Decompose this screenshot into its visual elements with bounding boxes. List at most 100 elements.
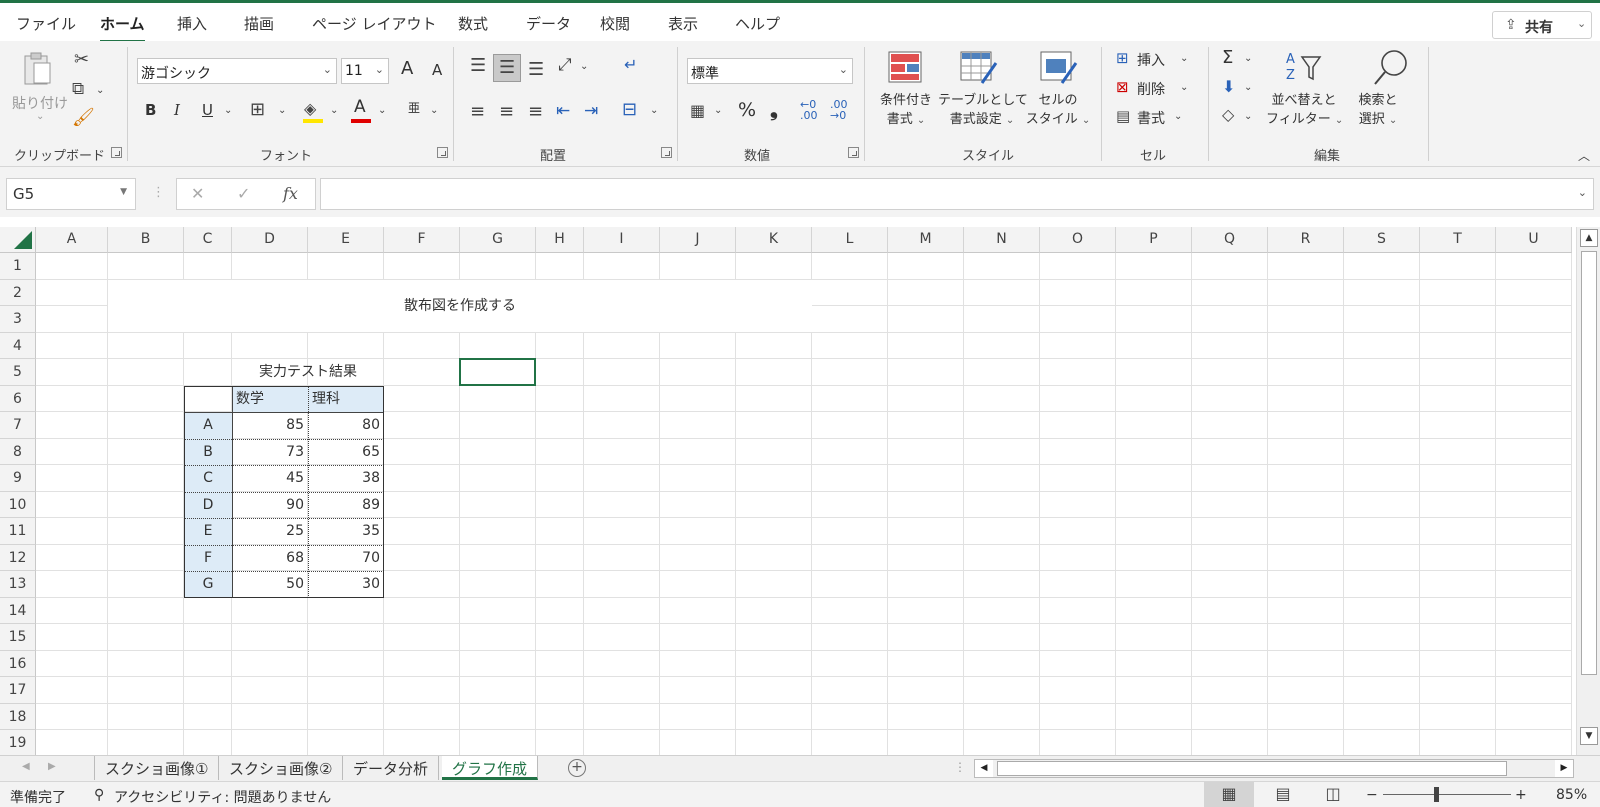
table-math-cell[interactable]: 85 (232, 412, 304, 439)
table-science-cell[interactable]: 30 (308, 571, 380, 598)
phonetic-guide-button[interactable]: 亜 (408, 99, 420, 116)
column-header[interactable]: S (1344, 227, 1420, 253)
row-header[interactable]: 12 (0, 544, 36, 571)
row-header[interactable]: 14 (0, 597, 36, 624)
scroll-right-icon[interactable]: ▶ (1555, 760, 1573, 777)
scroll-down-icon[interactable]: ▼ (1580, 727, 1598, 745)
table-header-cell[interactable]: 理科 (312, 386, 340, 413)
zoom-out-button[interactable]: − (1366, 787, 1378, 803)
align-right-icon[interactable]: ≡ (528, 101, 543, 122)
conditional-formatting-button[interactable]: 条件付き 書式 ⌄ (872, 91, 940, 130)
font-name-select[interactable]: 游ゴシック ⌄ (137, 58, 337, 84)
next-sheet-icon[interactable]: ▶ (48, 761, 56, 772)
collapse-ribbon-icon[interactable]: ︿ (1578, 147, 1590, 164)
vertical-scroll-thumb[interactable] (1581, 251, 1597, 675)
row-header[interactable]: 4 (0, 332, 36, 359)
sheet-tab-chart[interactable]: グラフ作成 (442, 756, 539, 780)
decrease-indent-icon[interactable]: ⇤ (556, 101, 570, 121)
orientation-icon[interactable]: ⤢ (558, 55, 572, 75)
row-header[interactable]: 17 (0, 677, 36, 704)
add-sheet-icon[interactable]: + (568, 759, 586, 777)
increase-decimal-icon[interactable]: ←0.00 (800, 99, 818, 121)
page-layout-view-icon[interactable]: ▤ (1258, 782, 1308, 807)
font-launcher-icon[interactable] (437, 147, 448, 158)
table-title[interactable]: 実力テスト結果 (232, 359, 384, 386)
alignment-launcher-icon[interactable] (661, 147, 672, 158)
table-science-cell[interactable]: 70 (308, 545, 380, 572)
column-header[interactable]: N (964, 227, 1040, 253)
table-math-cell[interactable]: 50 (232, 571, 304, 598)
formula-input[interactable]: ⌄ (320, 178, 1594, 210)
row-header[interactable]: 13 (0, 571, 36, 598)
table-science-cell[interactable]: 80 (308, 412, 380, 439)
tab-draw[interactable]: 描画 (244, 13, 274, 34)
font-size-select[interactable]: 11 ⌄ (341, 58, 389, 84)
table-label-cell[interactable]: F (184, 545, 232, 572)
tab-data[interactable]: データ (526, 13, 571, 34)
table-math-cell[interactable]: 45 (232, 465, 304, 492)
column-header[interactable]: M (888, 227, 964, 253)
paste-button[interactable]: 貼り付け (12, 93, 68, 113)
zoom-level[interactable]: 85% (1556, 787, 1587, 803)
table-label-cell[interactable]: D (184, 492, 232, 519)
format-cells-button[interactable]: 書式 (1137, 108, 1165, 128)
select-all-corner[interactable] (0, 227, 36, 253)
row-header[interactable]: 1 (0, 253, 36, 280)
row-header[interactable]: 6 (0, 385, 36, 412)
zoom-slider-thumb[interactable] (1434, 787, 1440, 802)
shrink-font-button[interactable]: A (432, 61, 442, 79)
align-top-icon[interactable]: ☰ (470, 55, 486, 76)
clear-icon[interactable]: ◇ (1222, 105, 1234, 124)
accessibility-status[interactable]: アクセシビリティ: 問題ありません (114, 787, 331, 807)
table-math-cell[interactable]: 90 (232, 492, 304, 519)
align-left-icon[interactable]: ≡ (470, 101, 485, 122)
share-button[interactable]: ⇪ 共有 ⌄ (1492, 11, 1592, 39)
worksheet-grid[interactable]: A B C D E F G H I J K L M N O P Q R S T U 1 2 3 4 5 6 7 8 9 10 11 12 13 14… (0, 217, 1576, 755)
tab-split-grip[interactable]: ⋮ (954, 760, 966, 774)
table-label-cell[interactable]: C (184, 465, 232, 492)
row-header[interactable]: 7 (0, 412, 36, 439)
wrap-text-icon[interactable]: ↵ (624, 55, 637, 74)
table-label-cell[interactable]: G (184, 571, 232, 598)
row-header[interactable]: 9 (0, 465, 36, 492)
table-label-cell[interactable]: B (184, 439, 232, 466)
table-label-cell[interactable]: E (184, 518, 232, 545)
column-header[interactable]: T (1420, 227, 1496, 253)
enter-button[interactable]: ✓ (237, 184, 250, 203)
tab-home[interactable]: ホーム (100, 13, 145, 43)
column-header[interactable]: U (1496, 227, 1572, 253)
column-header[interactable]: E (308, 227, 384, 253)
sheet-tab-screenshot-1[interactable]: スクショ画像① (95, 756, 220, 780)
accounting-format-icon[interactable]: ▦ (690, 101, 705, 120)
italic-button[interactable]: I (174, 101, 180, 119)
row-header[interactable]: 5 (0, 359, 36, 386)
row-header[interactable]: 8 (0, 438, 36, 465)
zoom-in-button[interactable]: + (1515, 787, 1527, 803)
fill-color-icon[interactable]: ◈ (304, 99, 316, 118)
row-header[interactable]: 2 (0, 279, 36, 306)
tab-page-layout[interactable]: ページ レイアウト (312, 13, 436, 34)
format-painter-icon[interactable]: 🖌 (72, 107, 95, 128)
insert-cells-button[interactable]: 挿入 (1137, 50, 1165, 70)
clipboard-launcher-icon[interactable] (111, 147, 122, 158)
row-header[interactable]: 3 (0, 306, 36, 333)
table-science-cell[interactable]: 38 (308, 465, 380, 492)
scroll-left-icon[interactable]: ◀ (975, 760, 993, 777)
tab-view[interactable]: 表示 (668, 13, 698, 34)
table-science-cell[interactable]: 89 (308, 492, 380, 519)
delete-cells-button[interactable]: 削除 (1137, 79, 1165, 99)
grow-font-button[interactable]: A (401, 58, 413, 79)
cell-styles-button[interactable]: セルの スタイル ⌄ (1024, 91, 1092, 130)
percent-button[interactable]: % (738, 99, 756, 121)
align-center-icon[interactable]: ≡ (499, 101, 514, 122)
column-header[interactable]: A (36, 227, 108, 253)
tab-insert[interactable]: 挿入 (177, 13, 207, 34)
format-as-table-button[interactable]: テーブルとして 書式設定 ⌄ (938, 91, 1028, 130)
merge-center-icon[interactable]: ⊟ (622, 99, 637, 120)
sort-filter-button[interactable]: 並べ替えと フィルター ⌄ (1266, 91, 1343, 130)
column-header[interactable]: B (108, 227, 184, 253)
column-header[interactable]: K (736, 227, 812, 253)
table-science-cell[interactable]: 65 (308, 439, 380, 466)
column-header[interactable]: J (660, 227, 736, 253)
insert-function-button[interactable]: fx (283, 184, 298, 203)
